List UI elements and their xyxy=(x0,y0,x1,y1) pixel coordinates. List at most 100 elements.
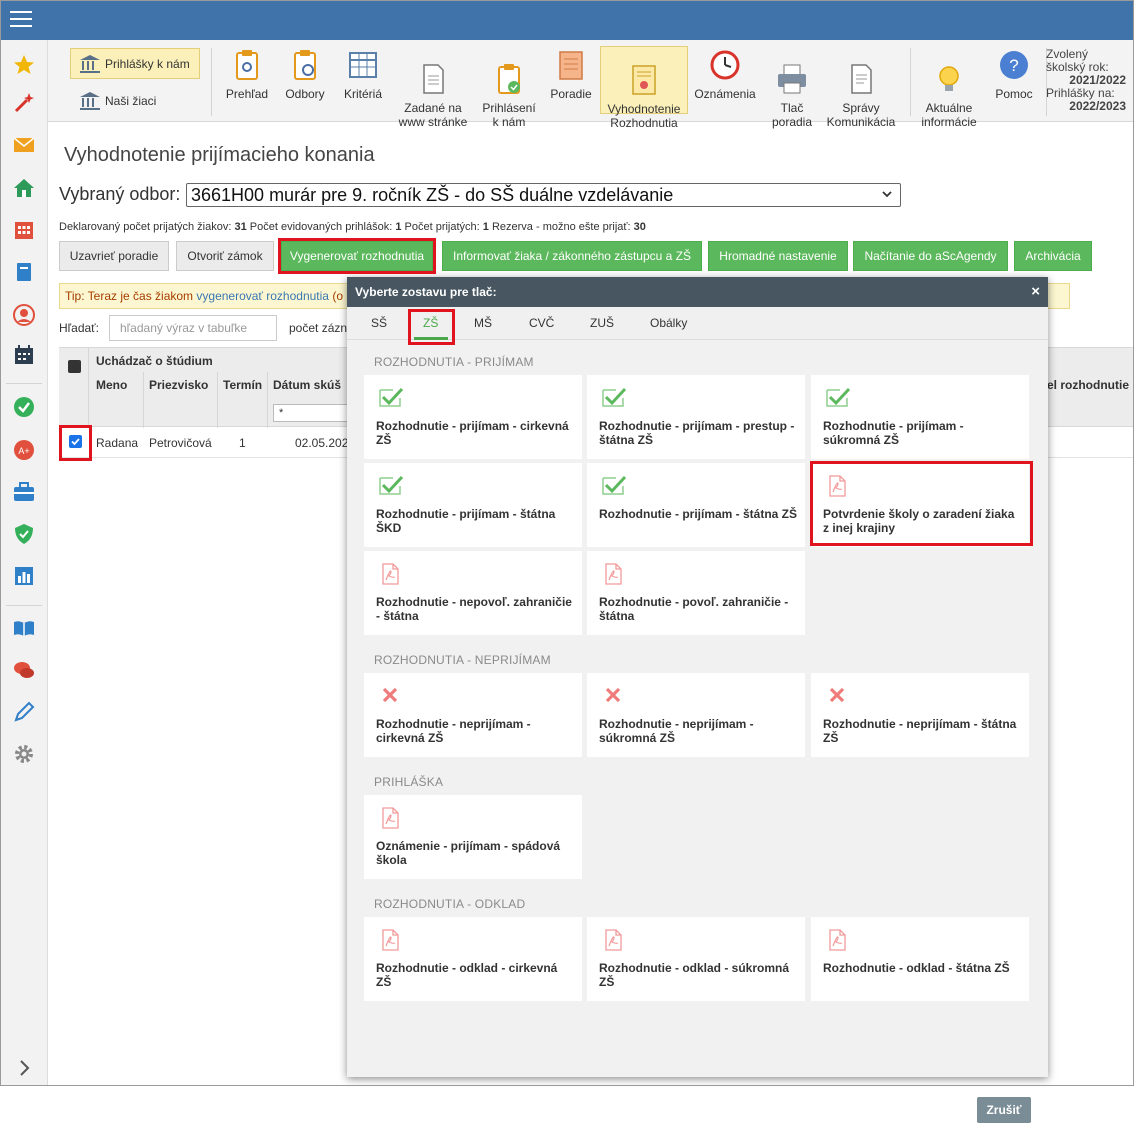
report-card[interactable]: Rozhodnutie - neprijímam - štátna ZŠ xyxy=(811,673,1029,757)
briefcase-icon[interactable] xyxy=(12,480,36,504)
report-card[interactable]: Rozhodnutie - prijímam - štátna ZŠ xyxy=(587,463,805,547)
toolbar-pomoc-label: Pomoc xyxy=(995,87,1033,101)
uzavriet-poradie-button[interactable]: Uzavrieť poradie xyxy=(59,241,169,271)
report-card[interactable]: Oznámenie - prijímam - spádová škola xyxy=(364,795,582,879)
col-datum[interactable]: Dátum skúš xyxy=(273,378,341,392)
tab-zus[interactable]: ZUŠ xyxy=(590,316,614,330)
pdf-icon xyxy=(378,563,404,585)
report-card[interactable]: Rozhodnutie - povoľ. zahraničie - štátna xyxy=(587,551,805,635)
top-bar xyxy=(0,0,1134,40)
school-year-info: Zvolený školský rok: 2021/2022 Prihlášky… xyxy=(1046,48,1126,113)
stat-rezerva-label: Rezerva - možno ešte prijať: xyxy=(491,221,631,233)
tab-ms[interactable]: MŠ xyxy=(474,316,492,330)
toolbar-oznamenia[interactable]: Oznámenia xyxy=(692,46,758,101)
report-card[interactable]: Rozhodnutie - odklad - štátna ZŠ xyxy=(811,917,1029,1001)
star-icon[interactable] xyxy=(12,53,36,77)
search-input[interactable]: hľadaný výraz v tabuľke xyxy=(109,315,277,341)
open-book-icon[interactable] xyxy=(12,616,36,640)
odbor-select[interactable]: 3661H00 murár pre 9. ročník ZŠ - do SŠ d… xyxy=(186,183,901,207)
toolbar-odbory-label: Odbory xyxy=(285,87,325,101)
toolbar-prihlaseni[interactable]: Prihlásení k nám xyxy=(478,46,540,143)
pen-icon[interactable] xyxy=(12,700,36,724)
otvorit-zamok-button[interactable]: Otvoriť zámok xyxy=(176,241,274,271)
odbor-value: 3661H00 murár pre 9. ročník ZŠ - do SŠ d… xyxy=(191,185,674,205)
report-card[interactable]: Rozhodnutie - odklad - cirkevná ZŠ xyxy=(364,917,582,1001)
calendar-grid-icon[interactable] xyxy=(12,218,36,242)
report-card-label: Rozhodnutie - prijímam - štátna ŠKD xyxy=(376,507,556,535)
report-card-label: Oznámenie - prijímam - spádová škola xyxy=(376,839,561,867)
magic-wand-icon[interactable] xyxy=(12,91,36,115)
archivacia-button[interactable]: Archivácia xyxy=(1014,241,1092,271)
check-circle-icon[interactable] xyxy=(12,395,36,419)
cancel-button[interactable]: Zrušiť xyxy=(977,1097,1031,1123)
hromadne-nastavenie-button[interactable]: Hromadné nastavenie xyxy=(708,241,848,271)
mail-icon[interactable] xyxy=(12,133,36,157)
tab-zs[interactable]: ZŠ xyxy=(423,316,438,330)
informovat-button[interactable]: Informovať žiaka / zákonného zástupcu a … xyxy=(442,241,702,271)
col-priezvisko[interactable]: Priezvisko xyxy=(149,378,208,392)
close-icon[interactable]: × xyxy=(1031,277,1040,307)
tab-cvc[interactable]: CVČ xyxy=(529,316,554,330)
bar-chart-icon[interactable] xyxy=(12,564,36,588)
report-card-label: Rozhodnutie - neprijímam - súkromná ZŠ xyxy=(599,717,754,745)
tip-box: Tip: Teraz je čas žiakom vygenerovať roz… xyxy=(59,283,349,309)
nasi-ziaci-button[interactable]: Naši žiaci xyxy=(70,85,200,116)
toolbar-pomoc[interactable]: ? Pomoc xyxy=(990,46,1038,101)
report-card[interactable]: Rozhodnutie - odklad - súkromná ZŠ xyxy=(587,917,805,1001)
message-document-icon xyxy=(851,64,872,94)
stat-prijatych-value: 1 xyxy=(482,221,489,233)
toolbar-kriteria-label: Kritériá xyxy=(343,87,382,101)
shield-icon[interactable] xyxy=(12,522,36,546)
chat-icon[interactable] xyxy=(12,658,36,682)
toolbar-aktualne[interactable]: Aktuálne informácie xyxy=(916,46,982,143)
report-card-label: Rozhodnutie - prijímam - štátna ZŠ xyxy=(599,507,798,521)
col-termin[interactable]: Termín xyxy=(223,378,262,392)
toolbar-aktualne-label: Aktuálne informácie xyxy=(921,101,977,129)
toolbar-prehlad[interactable]: Prehľad xyxy=(220,46,274,101)
report-card[interactable]: Rozhodnutie - prijímam - prestup - štátn… xyxy=(587,375,805,459)
cell-termin: 1 xyxy=(239,436,246,450)
toolbar-zadane-label: Zadané na www stránke xyxy=(398,101,468,129)
toolbar-tlac-label: Tlač poradia xyxy=(771,101,813,129)
toolbar-tlac[interactable]: Tlač poradia xyxy=(766,46,818,143)
date-filter-input[interactable]: * xyxy=(273,404,353,422)
report-card[interactable]: Potvrdenie školy o zaradení žiaka z inej… xyxy=(811,463,1029,547)
report-card[interactable]: Rozhodnutie - prijímam - súkromná ZŠ xyxy=(811,375,1029,459)
col-rozhodnutie[interactable]: el rozhodnutie xyxy=(1047,378,1129,392)
user-icon[interactable] xyxy=(12,303,36,327)
document-icon xyxy=(423,64,444,94)
toolbar-odbory[interactable]: Odbory xyxy=(281,46,329,101)
tip-link[interactable]: vygenerovať rozhodnutia xyxy=(196,289,329,303)
prihlasky-k-nam-button[interactable]: Prihlášky k nám xyxy=(70,48,200,79)
col-meno[interactable]: Meno xyxy=(96,378,127,392)
report-card[interactable]: Rozhodnutie - nepovoľ. zahraničie - štát… xyxy=(364,551,582,635)
report-card[interactable]: Rozhodnutie - prijímam - štátna ŠKD xyxy=(364,463,582,547)
timetable-icon[interactable] xyxy=(12,343,36,367)
home-icon[interactable] xyxy=(12,176,36,200)
section-title-prihlaska: PRIHLÁŠKA xyxy=(374,775,444,789)
stat-rezerva-value: 30 xyxy=(633,221,646,233)
toolbar-zadane[interactable]: Zadané na www stránke xyxy=(396,46,470,143)
row-checkbox[interactable] xyxy=(69,435,82,448)
toolbar-kriteria[interactable]: Kritériá xyxy=(338,46,388,101)
vygenerovat-rozhodnutia-button[interactable]: Vygenerovať rozhodnutia xyxy=(281,241,433,271)
select-all-checkbox[interactable] xyxy=(68,360,81,373)
toolbar-spravy[interactable]: Správy Komunikácia xyxy=(824,46,898,143)
section-title-odklad: ROZHODNUTIA - ODKLAD xyxy=(374,897,526,911)
tab-obalky[interactable]: Obálky xyxy=(650,316,687,330)
report-card[interactable]: Rozhodnutie - neprijímam - cirkevná ZŠ xyxy=(364,673,582,757)
toolbar-poradie[interactable]: Poradie xyxy=(548,46,594,101)
report-card[interactable]: Rozhodnutie - prijímam - cirkevná ZŠ xyxy=(364,375,582,459)
clock-icon xyxy=(710,50,740,80)
menu-icon[interactable] xyxy=(10,11,32,29)
chevron-down-icon xyxy=(882,191,892,198)
grade-circle-icon[interactable]: A+ xyxy=(12,438,36,462)
ranking-sheet-icon xyxy=(559,51,583,80)
report-card[interactable]: Rozhodnutie - neprijímam - súkromná ZŠ xyxy=(587,673,805,757)
book-icon[interactable] xyxy=(12,260,36,284)
chevron-right-icon[interactable] xyxy=(12,1056,36,1080)
tab-ss[interactable]: SŠ xyxy=(371,316,387,330)
nacitanie-button[interactable]: Načítanie do aScAgendy xyxy=(853,241,1008,271)
toolbar-vyhodnotenie[interactable]: Vyhodnotenie Rozhodnutia xyxy=(600,46,688,130)
gear-icon[interactable] xyxy=(12,742,36,766)
